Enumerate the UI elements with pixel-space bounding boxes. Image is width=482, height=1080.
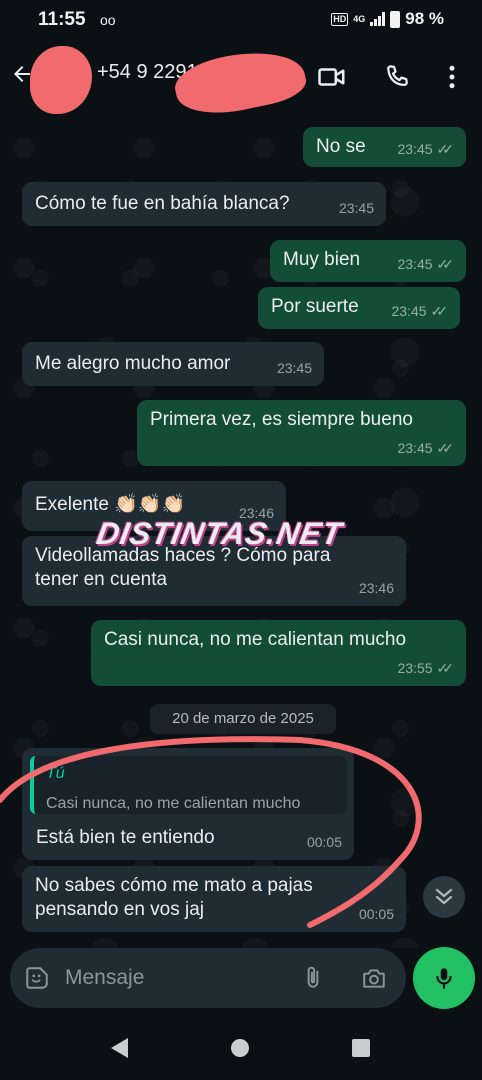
quote-author: Tú [46, 765, 65, 782]
status-icons: HD 4G 98 % [331, 9, 444, 29]
message-time: 23:45 [397, 141, 433, 157]
message-time: 23:45 [338, 200, 374, 216]
message-text: Exelente 👏🏻👏🏻👏🏻 [35, 494, 186, 515]
message-bubble[interactable]: Casi nunca, no me calientan mucho 23:55 ✓… [91, 620, 466, 686]
message-text: Primera vez, es siempre bueno [150, 409, 413, 430]
message-text: No sabes cómo me mato a pajas pensando e… [35, 875, 313, 920]
message-time: 23:45 [391, 303, 427, 319]
quote-text: Casi nunca, no me calientan mucho [46, 795, 301, 812]
voice-call-icon[interactable] [382, 62, 412, 92]
message-time: 00:05 [358, 906, 394, 922]
message-bubble[interactable]: Por suerte 23:45 ✓✓ [258, 287, 460, 329]
voice-record-button[interactable] [413, 947, 475, 1009]
message-text: Por suerte [271, 296, 359, 317]
message-bubble[interactable]: Muy bien 23:45 ✓✓ [270, 240, 466, 282]
message-time: 23:45 [397, 440, 433, 456]
camera-icon[interactable] [360, 965, 388, 991]
message-text: No se [316, 136, 366, 157]
message-text: Está bien te entiendo [36, 827, 215, 848]
emoji-sticker-icon[interactable] [24, 965, 50, 991]
status-time: 11:55 [38, 9, 86, 30]
message-bubble[interactable]: Cómo te fue en bahía blanca? 23:45 [22, 182, 386, 226]
network-type: 4G [353, 14, 366, 24]
double-chevron-down-icon [435, 888, 453, 905]
message-text: Cómo te fue en bahía blanca? [35, 193, 290, 214]
battery-icon [390, 10, 401, 28]
nav-back-icon[interactable] [108, 1036, 130, 1060]
status-bar: 11:55 oo HD 4G 98 % [0, 0, 482, 40]
chat-header: +54 9 2291 [0, 40, 482, 123]
quoted-message[interactable]: Tú Casi nunca, no me calientan mucho [30, 756, 346, 814]
read-receipt-icon: ✓✓ [436, 141, 455, 157]
message-input[interactable]: Mensaje [65, 966, 144, 990]
hd-badge: HD [331, 12, 349, 26]
message-bubble[interactable]: No sabes cómo me mato a pajas pensando e… [22, 866, 406, 932]
attach-paperclip-icon[interactable] [300, 964, 326, 992]
nav-recents-icon[interactable] [351, 1038, 371, 1058]
system-navigation-bar [0, 1014, 482, 1080]
message-bubble[interactable]: Primera vez, es siempre bueno 23:45 ✓✓ [137, 400, 466, 466]
scroll-to-bottom-button[interactable] [423, 876, 465, 918]
microphone-icon [436, 968, 452, 989]
message-time: 23:46 [358, 580, 394, 596]
read-receipt-icon: ✓✓ [430, 303, 449, 319]
message-text: Casi nunca, no me calientan mucho [104, 629, 407, 650]
redaction-scribble [170, 41, 310, 123]
message-bubble[interactable]: Me alegro mucho amor 23:45 [22, 342, 324, 386]
message-bubble[interactable]: Tú Casi nunca, no me calientan mucho Est… [22, 748, 354, 860]
message-time: 23:55 [397, 660, 433, 676]
message-time: 23:45 [397, 256, 433, 272]
more-options-icon[interactable] [437, 62, 467, 92]
message-time: 00:05 [306, 834, 342, 850]
read-receipt-icon: ✓✓ [436, 440, 455, 456]
video-call-icon[interactable] [317, 62, 347, 92]
message-bubble[interactable]: No se 23:45 ✓✓ [303, 127, 466, 167]
voicemail-icon: oo [100, 12, 116, 28]
message-text: Muy bien [283, 249, 361, 270]
avatar[interactable] [30, 46, 92, 114]
watermark: DISTINTAS.NET [94, 516, 346, 551]
message-composer[interactable]: Mensaje [10, 948, 406, 1008]
battery-level: 98 % [405, 9, 444, 28]
signal-icon [370, 12, 386, 26]
nav-home-icon[interactable] [230, 1038, 250, 1058]
message-time: 23:45 [276, 360, 312, 376]
read-receipt-icon: ✓✓ [436, 660, 455, 676]
message-text: Me alegro mucho amor [35, 353, 231, 374]
read-receipt-icon: ✓✓ [436, 256, 455, 272]
date-separator: 20 de marzo de 2025 [150, 704, 336, 734]
